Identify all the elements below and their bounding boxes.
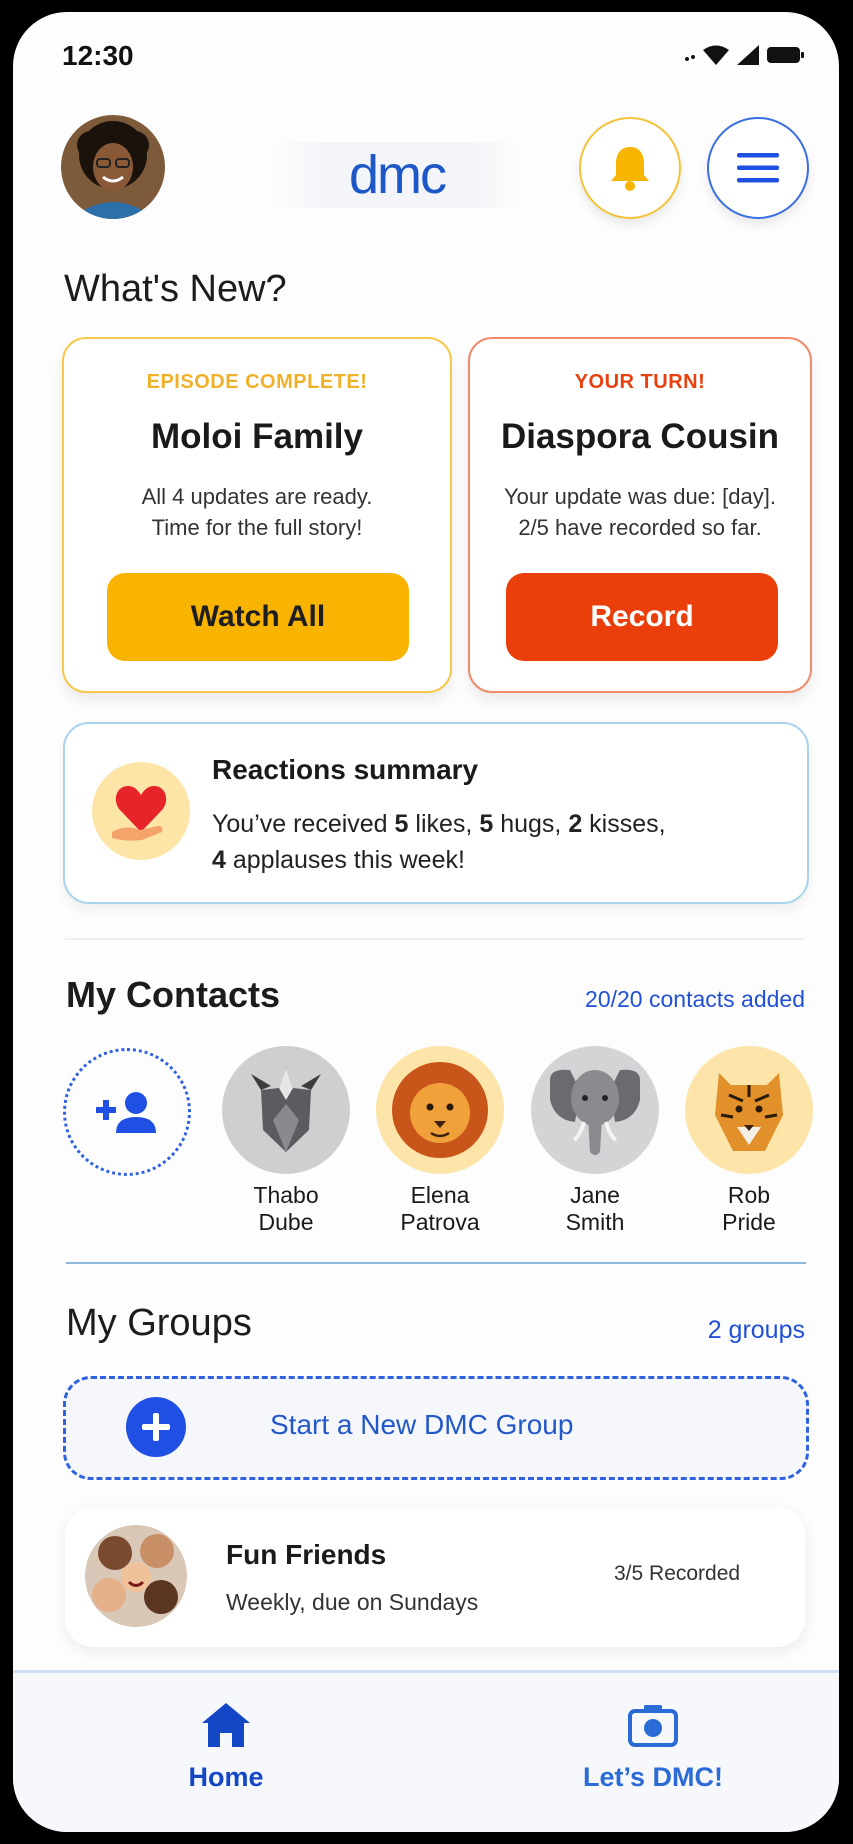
applauses-count: 4 — [212, 846, 226, 874]
nav-home-label: Home — [188, 1762, 264, 1792]
group-recorded-status: 3/5 Recorded — [614, 1562, 741, 1585]
menu-button[interactable] — [707, 117, 809, 219]
card-eyebrow: EPISODE COMPLETE! — [146, 371, 368, 393]
plus-icon — [126, 1397, 186, 1457]
reactions-title: Reactions summary — [212, 754, 479, 785]
group-schedule: Weekly, due on Sundays — [226, 1589, 479, 1615]
whats-new-title: What's New? — [64, 268, 287, 310]
nav-home[interactable]: Home — [161, 1703, 291, 1793]
contacts-count-link[interactable]: 20/20 contacts added — [585, 986, 805, 1013]
group-item[interactable]: Fun Friends Weekly, due on Sundays 3/5 R… — [65, 1507, 805, 1647]
add-person-icon — [96, 1092, 156, 1133]
elephant-avatar — [531, 1046, 659, 1174]
reactions-prefix: You’ve received — [212, 810, 388, 838]
contact-name: Jane Smith — [531, 1182, 659, 1236]
card-description-line: All 4 updates are ready. — [141, 484, 373, 509]
hamburger-menu-icon — [737, 153, 779, 183]
contact-name: Elena Patrova — [376, 1182, 504, 1236]
reactions-summary-card[interactable]: Reactions summary You’ve received 5 like… — [63, 722, 809, 904]
dmc-logo: dmc — [271, 142, 523, 208]
heart-hand-icon — [92, 762, 190, 860]
status-time: 12:30 — [62, 40, 134, 71]
start-new-group-label: Start a New DMC Group — [270, 1409, 574, 1440]
group-avatar — [85, 1525, 187, 1627]
contact-last-name: Patrova — [400, 1209, 480, 1235]
contact-last-name: Smith — [565, 1209, 625, 1235]
my-contacts-title: My Contacts — [66, 974, 281, 1015]
contact-first-name: Jane — [570, 1182, 620, 1208]
card-description-line: Your update was due: [day]. — [504, 484, 776, 509]
card-description: All 4 updates are ready. Time for the fu… — [64, 481, 450, 543]
group-name: Fun Friends — [226, 1539, 387, 1570]
hugs-label: hugs, — [500, 810, 562, 838]
episode-complete-card: EPISODE COMPLETE! Moloi Family All 4 upd… — [62, 337, 452, 693]
home-icon — [202, 1703, 250, 1747]
contact-name: Rob Pride — [685, 1182, 813, 1236]
bell-icon — [611, 147, 649, 191]
applauses-label: applauses this week! — [232, 846, 465, 874]
add-contact-button[interactable] — [63, 1048, 191, 1176]
start-new-group-button[interactable]: Start a New DMC Group — [63, 1376, 809, 1480]
contact-item[interactable]: Rob Pride — [685, 1046, 813, 1236]
camera-icon — [628, 1705, 678, 1747]
contact-item[interactable]: Jane Smith — [531, 1046, 659, 1236]
status-icons — [685, 45, 805, 65]
card-eyebrow: YOUR TURN! — [574, 371, 706, 393]
wifi-icon — [703, 45, 729, 65]
card-description-line: 2/5 have recorded so far. — [518, 515, 762, 540]
likes-count: 5 — [394, 810, 409, 838]
contact-first-name: Elena — [410, 1182, 470, 1208]
battery-icon — [767, 47, 804, 63]
groups-count-link[interactable]: 2 groups — [708, 1316, 805, 1345]
contact-last-name: Pride — [722, 1209, 776, 1235]
watch-all-button[interactable]: Watch All — [107, 573, 409, 661]
cellular-icon — [737, 45, 759, 65]
reactions-text: You’ve received 5 likes, 5 hugs, 2 kisse… — [212, 806, 772, 878]
signal-dots-icon — [685, 55, 695, 61]
contact-item[interactable]: Elena Patrova — [376, 1046, 504, 1236]
card-title: Diaspora Cousin — [500, 417, 780, 456]
bottom-navigation: Home Let’s DMC! — [13, 1670, 839, 1832]
notifications-button[interactable] — [579, 117, 681, 219]
hugs-count: 5 — [479, 810, 494, 838]
kisses-label: kisses, — [589, 810, 666, 838]
contact-first-name: Rob — [727, 1182, 771, 1208]
card-title: Moloi Family — [151, 417, 363, 456]
likes-label: likes, — [415, 810, 473, 838]
card-description-line: Time for the full story! — [151, 515, 363, 540]
nav-lets-dmc-label: Let’s DMC! — [583, 1762, 723, 1792]
divider — [65, 938, 805, 940]
kisses-count: 2 — [568, 810, 583, 838]
tiger-avatar — [685, 1046, 813, 1174]
your-turn-card: YOUR TURN! Diaspora Cousin Your update w… — [468, 337, 812, 693]
record-button[interactable]: Record — [506, 573, 778, 661]
contact-last-name: Dube — [258, 1209, 314, 1235]
lion-avatar — [376, 1046, 504, 1174]
user-avatar[interactable] — [61, 115, 165, 219]
card-description: Your update was due: [day]. 2/5 have rec… — [470, 481, 810, 543]
contact-name: Thabo Dube — [222, 1182, 350, 1236]
contact-first-name: Thabo — [253, 1182, 319, 1208]
rhino-avatar — [222, 1046, 350, 1174]
my-groups-title: My Groups — [66, 1302, 252, 1344]
divider — [66, 1262, 806, 1264]
nav-lets-dmc[interactable]: Let’s DMC! — [563, 1703, 743, 1793]
phone-screen: 12:30 dmc What's New? EPISODE COMPLETE! … — [13, 12, 839, 1832]
contact-item[interactable]: Thabo Dube — [222, 1046, 350, 1236]
